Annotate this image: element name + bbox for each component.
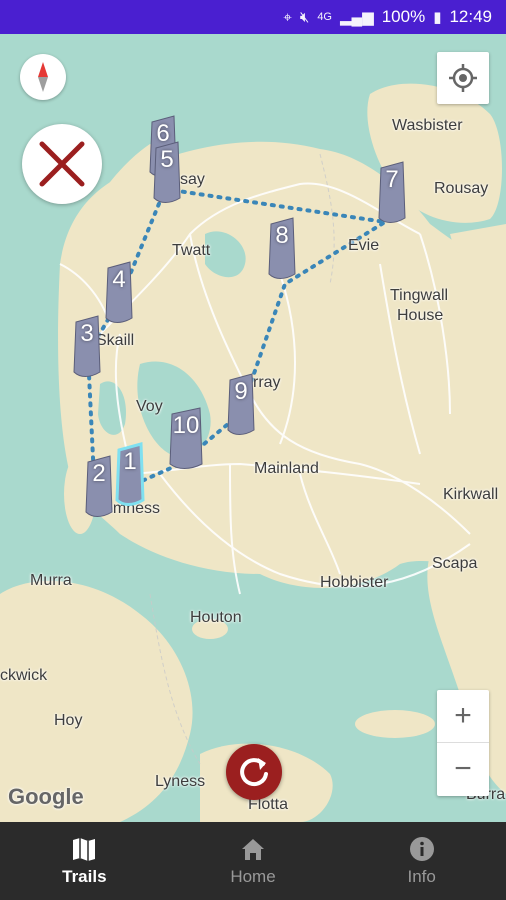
stone-number: 5 [160, 146, 174, 173]
stone-number: 8 [275, 222, 289, 249]
place-label: Hobbister [320, 574, 389, 591]
place-label: Houton [190, 609, 242, 626]
stone-marker-4[interactable]: 4 [102, 260, 136, 326]
place-label: Lyness [155, 773, 206, 790]
place-label: Hoy [54, 712, 83, 729]
nav-item-label: Home [230, 867, 276, 886]
stone-marker-1-selected[interactable]: 1 [113, 442, 147, 508]
clock: 12:49 [449, 7, 492, 26]
refresh-icon [240, 758, 268, 787]
place-label: Wasbister [392, 117, 463, 134]
stone-number: 2 [92, 460, 106, 487]
signal-icon: ▂▄▆ [340, 9, 374, 26]
nav-item-info[interactable]: Info [337, 822, 506, 900]
location-icon: ⌖ [283, 8, 292, 26]
battery-icon: ▮ [433, 9, 442, 26]
stone-marker-2[interactable]: 2 [82, 454, 116, 520]
network-label: 4G [317, 11, 332, 23]
refresh-button[interactable] [226, 744, 282, 800]
place-label: Twatt [172, 242, 211, 259]
place-label: Rousay [434, 180, 489, 197]
stone-marker-9[interactable]: 9 [224, 372, 258, 438]
my-location-icon [449, 64, 477, 92]
place-label: House [397, 307, 444, 324]
nav-item-home[interactable]: Home [169, 822, 338, 900]
place-label: Murra [30, 572, 72, 589]
map-icon [73, 838, 96, 861]
stone-number: 9 [234, 378, 248, 405]
bottom-navigation: Trails Home Info [0, 822, 506, 900]
stone-number: 3 [80, 320, 94, 347]
nav-item-label: Info [407, 867, 436, 886]
nav-item-label: Trails [62, 867, 107, 886]
stone-number: 7 [385, 166, 399, 193]
compass-icon [38, 62, 48, 92]
close-icon [39, 141, 85, 187]
stone-marker-5[interactable]: 5 [150, 140, 184, 206]
home-icon [242, 839, 264, 860]
place-label: Evie [348, 237, 380, 254]
place-label: Mainland [254, 460, 319, 477]
map-view[interactable]: Wasbister Rousay say Twatt Evie Tingwall… [0, 34, 506, 822]
zoom-controls: + − [437, 690, 489, 796]
zoom-in-button[interactable]: + [437, 690, 489, 743]
place-label: ckwick [0, 667, 48, 684]
stone-marker-7[interactable]: 7 [375, 160, 409, 226]
stone-marker-8[interactable]: 8 [265, 216, 299, 282]
stone-number: 4 [112, 266, 126, 293]
mute-icon: 🔇︎ [299, 8, 310, 26]
status-bar: ⌖ 🔇︎ 4G ▂▄▆ 100% ▮ 12:49 [0, 0, 506, 34]
nav-item-trails[interactable]: Trails [0, 822, 169, 900]
google-attribution: Google [8, 784, 84, 809]
info-icon [409, 837, 434, 861]
battery-percent: 100% [381, 7, 426, 26]
place-label: Scapa [432, 555, 478, 572]
stone-number: 10 [172, 412, 200, 439]
zoom-out-button[interactable]: − [437, 743, 489, 795]
place-label: Voy [136, 398, 163, 415]
stone-marker-10[interactable]: 10 [166, 406, 206, 472]
place-label: Kirkwall [443, 486, 499, 503]
compass-button[interactable] [20, 54, 66, 100]
stone-number: 1 [123, 448, 137, 475]
my-location-button[interactable] [437, 52, 489, 104]
close-trail-button[interactable] [22, 124, 102, 204]
stone-marker-3[interactable]: 3 [70, 314, 104, 380]
place-label: Tingwall [390, 287, 449, 304]
